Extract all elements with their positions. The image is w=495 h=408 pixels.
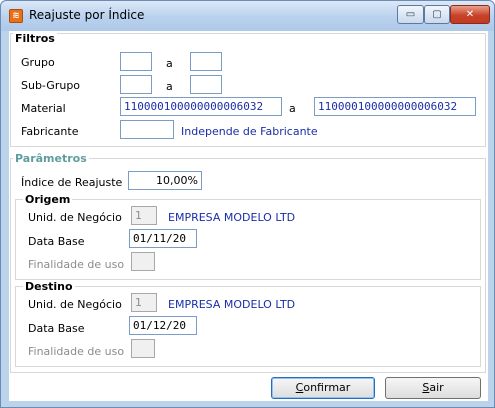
indice-input[interactable]: 10,00%: [128, 171, 202, 190]
subgrupo-sep-label: a: [166, 80, 173, 93]
destino-data-label: Data Base: [28, 322, 85, 335]
app-icon[interactable]: ≋: [9, 9, 23, 23]
origem-empresa-label: EMPRESA MODELO LTD: [168, 211, 296, 224]
origem-unid-label: Unid. de Negócio: [28, 211, 122, 224]
grupo-to-input[interactable]: [190, 52, 222, 71]
subgrupo-label: Sub-Grupo: [21, 79, 81, 92]
material-from-input[interactable]: 110000100000000006032: [120, 97, 282, 116]
destino-finalidade-label: Finalidade de uso: [28, 345, 125, 358]
destino-unid-label: Unid. de Negócio: [28, 298, 122, 311]
fabricante-input[interactable]: [120, 120, 174, 139]
destino-empresa-label: EMPRESA MODELO LTD: [168, 298, 296, 311]
origem-data-input[interactable]: 01/11/20: [129, 229, 197, 248]
confirmar-button[interactable]: Confirmar: [271, 377, 375, 399]
parametros-title: Parâmetros: [13, 152, 89, 165]
grupo-label: Grupo: [21, 56, 55, 69]
window-title: Reajuste por Índice: [29, 8, 145, 22]
destino-title: Destino: [23, 280, 75, 293]
material-to-input[interactable]: 110000100000000006032: [314, 97, 476, 116]
subgrupo-to-input[interactable]: [190, 75, 222, 94]
destino-unid-input[interactable]: 1: [131, 293, 157, 312]
minimize-button[interactable]: ▭: [397, 5, 424, 24]
fabricante-label: Fabricante: [21, 125, 79, 138]
confirmar-label: onfirmar: [303, 381, 351, 394]
sair-button[interactable]: Sair: [385, 377, 481, 399]
grupo-from-input[interactable]: [120, 52, 152, 71]
material-sep-label: a: [289, 102, 296, 115]
origem-unid-input[interactable]: 1: [131, 206, 157, 225]
origem-title: Origem: [23, 193, 73, 206]
origem-data-label: Data Base: [28, 235, 85, 248]
filtros-title: Filtros: [13, 32, 57, 45]
origem-finalidade-label: Finalidade de uso: [28, 258, 125, 271]
origem-finalidade-input[interactable]: [131, 252, 155, 271]
destino-data-input[interactable]: 01/12/20: [129, 316, 197, 335]
subgrupo-from-input[interactable]: [120, 75, 152, 94]
close-button[interactable]: ✕: [450, 5, 490, 24]
maximize-button[interactable]: ▢: [424, 5, 450, 24]
fabricante-note: Independe de Fabricante: [181, 125, 318, 138]
indice-label: Índice de Reajuste: [21, 176, 123, 189]
sair-label: air: [429, 381, 444, 394]
dialog-window: ≋ Reajuste por Índice ▭ ▢ ✕ Filtros Grup…: [0, 0, 495, 408]
destino-finalidade-input[interactable]: [131, 339, 155, 358]
grupo-sep-label: a: [166, 57, 173, 70]
material-label: Material: [21, 102, 66, 115]
title-bar[interactable]: ≋ Reajuste por Índice ▭ ▢ ✕: [1, 1, 494, 31]
dialog-client-area: Filtros Grupo a Sub-Grupo a Material 110…: [9, 31, 488, 401]
